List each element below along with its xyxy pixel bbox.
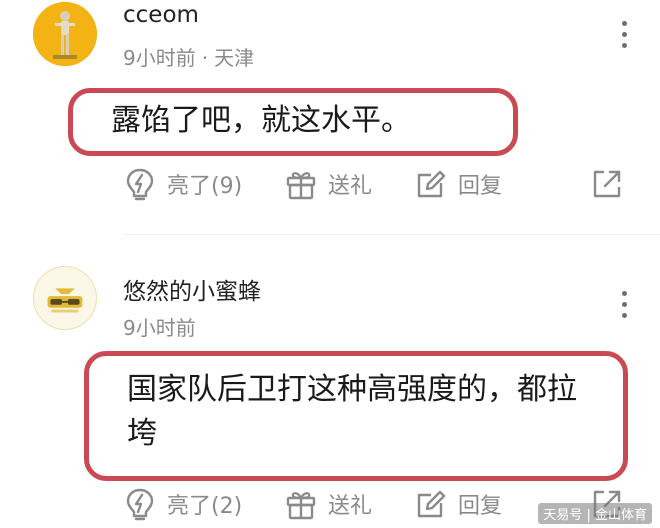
avatar[interactable] [33,266,97,330]
gift-label: 送礼 [328,494,373,519]
gift-button[interactable]: 送礼 [284,164,372,204]
username[interactable]: cceom [123,2,199,28]
share-external-icon [593,170,621,198]
more-dot [622,43,627,48]
timestamp: 9小时前 [123,46,196,70]
watermark: 天易号 | 金山体育 [538,503,652,524]
reply-button[interactable]: 回复 [414,484,502,524]
more-dot [622,21,627,26]
edit-reply-icon [417,490,446,518]
reply-label: 回复 [458,174,503,199]
gift-button[interactable]: 送礼 [284,484,372,524]
more-dot [622,302,627,307]
comment-item: cceom 9小时前 · 天津 露馅了吧，就这水平。 亮了(9) 送礼 回复 [0,0,660,235]
comment-text: 国家队后卫打这种高强度的，都拉垮 [84,351,628,481]
gift-icon [286,172,316,200]
reply-label: 回复 [458,494,503,519]
comment-meta: 9小时前 [123,312,196,341]
meta-separator: · [201,46,209,70]
timestamp: 9小时前 [123,316,196,340]
gift-label: 送礼 [328,174,373,199]
lightbulb-icon [126,488,154,521]
lightbulb-icon [126,168,154,201]
like-count: 亮了(2) [167,494,243,519]
like-count: 亮了(9) [167,174,243,199]
like-button[interactable]: 亮了(9) [123,164,242,204]
edit-reply-icon [417,170,446,198]
golden-figure-avatar-icon [33,2,97,66]
share-button[interactable] [590,164,624,204]
comment-meta: 9小时前 · 天津 [123,42,254,71]
reply-button[interactable]: 回复 [414,164,502,204]
sunglasses-avatar-icon [34,267,96,329]
more-dot [622,32,627,37]
avatar[interactable] [33,2,97,66]
username[interactable]: 悠然的小蜜蜂 [123,272,261,306]
more-dot [622,291,627,296]
gift-icon [286,492,316,520]
comment-text: 露馅了吧，就这水平。 [68,88,518,156]
location: 天津 [214,46,255,70]
more-options-button[interactable] [612,14,636,54]
more-options-button[interactable] [612,284,636,324]
more-dot [622,313,627,318]
comment-actions: 亮了(9) 送礼 回复 [0,164,660,204]
comment-divider [123,234,660,235]
like-button[interactable]: 亮了(2) [123,484,242,524]
comment-item: 悠然的小蜜蜂 9小时前 国家队后卫打这种高强度的，都拉垮 亮了(2) 送礼 回复 [0,262,660,528]
